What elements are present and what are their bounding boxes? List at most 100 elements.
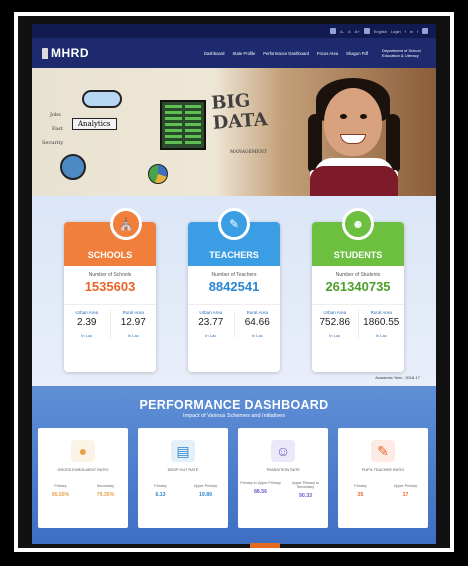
transition-card[interactable]: ☺ TRANSITION RATE Primary to Upper Prima… [238, 428, 328, 528]
brand-logo[interactable]: MHRD [42, 46, 162, 60]
rural-value: 12.97 [120, 317, 146, 328]
unit-label: In Lac [329, 333, 341, 338]
cloud-icon [82, 90, 122, 108]
uniform-vest [310, 166, 398, 196]
monitor-frame: A- A A+ English Login f in t MHRD Dashbo… [14, 12, 454, 552]
card-title: TRANSITION RATE [266, 468, 300, 472]
font-decrease[interactable]: A- [340, 29, 344, 34]
card-value: 1535603 [84, 279, 136, 294]
home-icon[interactable] [330, 28, 337, 34]
metric-label: Upper Primary [393, 484, 418, 488]
metric-row: Primary to Upper Primary 88.56 Upper Prim… [238, 481, 328, 499]
unit-label: In Lac [375, 333, 387, 338]
ptr-card[interactable]: ✎ PUPIL TEACHER RATIO Primary 25 Upper Pr… [338, 428, 428, 528]
metric-label: Upper Primary [193, 484, 218, 488]
metric-value: 17 [402, 492, 409, 498]
nav-focus-area[interactable]: Focus Area [317, 51, 338, 56]
main-navbar: MHRD Dashboard State Profile Performance… [32, 38, 436, 68]
coins-icon: ● [71, 440, 95, 462]
student-photo [302, 74, 406, 196]
department-name: Department of School Education & Literac… [382, 48, 421, 58]
analytics-label: Analytics [72, 118, 117, 130]
doodle-security: Security [42, 140, 64, 146]
dropout-card[interactable]: ▤ DROP OUT RATE Primary 6.13 Upper Primar… [138, 428, 228, 528]
doodle-fast: Fast [52, 126, 63, 132]
web-page: A- A A+ English Login f in t MHRD Dashbo… [32, 24, 436, 544]
card-title: DROP OUT RATE [167, 468, 199, 472]
teacher-board-icon: ✎ [218, 208, 250, 240]
card-value: 8842541 [208, 279, 260, 294]
schools-card[interactable]: SCHOOLS Number of Schools 1535603 Urban … [64, 222, 156, 372]
metric-value: 90.33 [299, 493, 312, 499]
teachers-card[interactable]: TEACHERS Number of Teachers 8842541 Urba… [188, 222, 280, 372]
nav-performance-dashboard[interactable]: Performance Dashboard [263, 51, 309, 56]
nav-dashboard[interactable]: Dashboard [204, 51, 225, 56]
metric-label: Secondary [96, 484, 115, 488]
data-word: DATA [211, 109, 269, 134]
big-data-text: BIG DATA [211, 90, 269, 134]
nav-state-profile[interactable]: State Profile [232, 51, 255, 56]
unit-label: In Lac [251, 333, 263, 338]
facebook-icon[interactable]: f [405, 29, 406, 34]
card-title: STUDENTS [333, 250, 383, 260]
teacher-icon: ☺ [271, 440, 295, 462]
nav-menu: Dashboard State Profile Performance Dash… [162, 48, 426, 58]
urban-value: 23.77 [198, 317, 224, 328]
metric-label: Primary [154, 484, 167, 488]
card-label: Number of Schools [88, 272, 132, 278]
chart-icon: ▤ [171, 440, 195, 462]
font-normal[interactable]: A [348, 29, 351, 34]
stats-section: SCHOOLS Number of Schools 1535603 Urban … [32, 196, 436, 386]
monitor-stand-tab [250, 543, 280, 548]
card-label: Number of Teachers [211, 272, 257, 278]
doodle-management: MANAGEMENT [230, 150, 267, 155]
metric-label: Primary [354, 484, 367, 488]
metric-value: 88.56 [254, 489, 267, 495]
font-increase[interactable]: A+ [355, 29, 360, 34]
academic-year: Academic Year : 2016-17 [375, 375, 420, 380]
student-icon: ☻ [342, 208, 374, 240]
brand-name: MHRD [51, 46, 89, 60]
rural-label: Rural Area [246, 310, 268, 315]
eye-left [340, 114, 347, 119]
metric-row: Primary 95.55% Secondary 79.35% [38, 484, 128, 498]
contrast-icon[interactable] [363, 28, 370, 34]
user-icon[interactable] [422, 28, 428, 34]
area-split: Urban Area 23.77 In Lac Rural Area 64.66 In … [188, 304, 280, 338]
eye-right [360, 114, 367, 119]
card-title: SCHOOLS [87, 250, 133, 260]
students-card[interactable]: STUDENTS Number of Students 261340735 Ur… [312, 222, 404, 372]
area-split: Urban Area 2.39 In Lac Rural Area 12.97 In L… [64, 304, 156, 338]
metric-row: Primary 6.13 Upper Primary 19.89 [138, 484, 228, 498]
urban-value: 752.86 [319, 317, 351, 328]
metric-row: Primary 25 Upper Primary 17 [338, 484, 428, 498]
language-select[interactable]: English [374, 29, 387, 34]
globe-icon [60, 154, 86, 180]
face [324, 88, 382, 156]
pie-chart-icon [148, 164, 168, 184]
hero-banner: Analytics Jobs Fast Security BIG DATA MA… [32, 68, 436, 196]
metric-value: 6.13 [155, 492, 166, 498]
login-link[interactable]: Login [391, 29, 401, 34]
section-title: PERFORMANCE DASHBOARD [139, 398, 329, 412]
urban-label: Urban Area [323, 310, 347, 315]
card-title: GROSS ENROLMENT RATIO [57, 468, 109, 472]
rural-label: Rural Area [122, 310, 144, 315]
metric-label: Primary to Upper Primary [240, 481, 281, 485]
card-title: PUPIL TEACHER RATIO [361, 468, 405, 472]
twitter-icon[interactable]: t [417, 29, 418, 34]
ger-card[interactable]: ● GROSS ENROLMENT RATIO Primary 95.55% Se… [38, 428, 128, 528]
emblem-icon [42, 47, 48, 59]
board-icon: ✎ [371, 440, 395, 462]
metric-label: Upper Primary to Secondary [291, 481, 320, 489]
section-subtitle: Impact of Various Schemes and Initiative… [182, 413, 285, 419]
linkedin-icon[interactable]: in [410, 29, 413, 34]
metric-value: 25 [357, 492, 364, 498]
doodle-jobs: Jobs [50, 112, 61, 118]
card-label: Number of Students [335, 272, 381, 278]
nav-shagun-pdf[interactable]: Shagun Pdf [346, 51, 368, 56]
rural-value: 1860.55 [363, 317, 400, 328]
metric-value: 19.89 [199, 492, 212, 498]
school-building-icon: ⛪ [110, 208, 142, 240]
top-utility-bar: A- A A+ English Login f in t [32, 24, 436, 38]
